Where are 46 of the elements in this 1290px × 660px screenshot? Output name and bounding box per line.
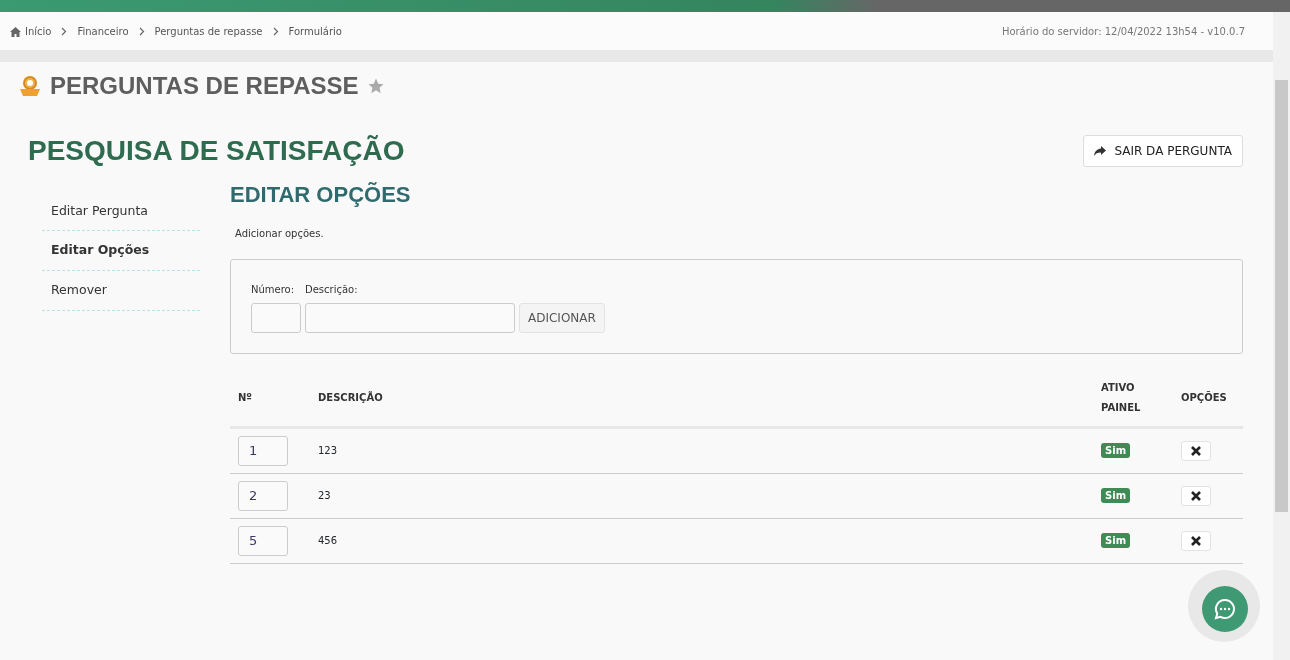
table-cell: 123 bbox=[310, 427, 1093, 474]
close-icon bbox=[1191, 446, 1201, 456]
scrollbar[interactable] bbox=[1273, 12, 1290, 660]
breadcrumb-link[interactable]: Início bbox=[25, 23, 52, 39]
server-time: Horário do servidor: 12/04/2022 13h54 - v10.0.7 bbox=[1001, 24, 1245, 39]
status-tag: Sim bbox=[1101, 443, 1131, 459]
table-cell: 456 bbox=[310, 518, 1093, 564]
delete-button[interactable] bbox=[1181, 486, 1211, 506]
close-icon bbox=[1191, 491, 1201, 501]
column-header: OPÇÕES bbox=[1173, 370, 1243, 428]
hint-text: Adicionar opções. bbox=[235, 227, 325, 241]
status-tag: Sim bbox=[1101, 488, 1131, 504]
description-input[interactable] bbox=[305, 303, 515, 333]
exit-question-button[interactable]: SAIR DA PERGUNTA bbox=[1083, 134, 1243, 167]
chevron-right-icon bbox=[138, 27, 145, 36]
column-header: Nº bbox=[230, 370, 310, 428]
current-page-label: Formulário bbox=[288, 24, 342, 39]
number-input[interactable]: 5 bbox=[238, 526, 288, 556]
share-arrow-icon bbox=[1094, 145, 1107, 156]
chevron-right-icon bbox=[272, 27, 279, 36]
chat-bubble-icon bbox=[1213, 597, 1237, 621]
number-input[interactable]: 2 bbox=[238, 481, 288, 511]
home-icon bbox=[10, 26, 21, 37]
sidebar-item[interactable]: Editar Pergunta bbox=[42, 191, 200, 232]
table-cell: 23 bbox=[310, 473, 1093, 519]
number-label: Número: bbox=[251, 283, 296, 297]
breadcrumb-link[interactable]: Financeiro bbox=[77, 23, 129, 39]
close-icon bbox=[1191, 536, 1201, 546]
star-icon[interactable] bbox=[366, 77, 385, 95]
add-button[interactable]: ADICIONAR bbox=[519, 303, 605, 333]
number-input[interactable]: 1 bbox=[238, 436, 288, 466]
description-label: Descrição: bbox=[305, 283, 359, 297]
page-title: PERGUNTAS DE REPASSE bbox=[50, 71, 359, 101]
number-input[interactable] bbox=[251, 303, 301, 333]
gear-box-icon bbox=[18, 74, 42, 98]
column-header: ATIVO PAINEL bbox=[1093, 370, 1173, 428]
delete-button[interactable] bbox=[1181, 441, 1211, 461]
delete-button[interactable] bbox=[1181, 531, 1211, 551]
form-title: PESQUISA DE SATISFAÇÃO bbox=[28, 134, 405, 168]
column-header: DESCRIÇÃO bbox=[310, 370, 1093, 428]
sidebar-item[interactable]: Editar Opções bbox=[42, 231, 200, 272]
breadcrumb-link[interactable]: Perguntas de repasse bbox=[154, 23, 263, 39]
section-title: EDITAR OPÇÕES bbox=[230, 181, 412, 208]
status-tag: Sim bbox=[1101, 533, 1131, 549]
chevron-right-icon bbox=[61, 27, 68, 36]
sidebar-item[interactable]: Remover bbox=[42, 271, 200, 311]
